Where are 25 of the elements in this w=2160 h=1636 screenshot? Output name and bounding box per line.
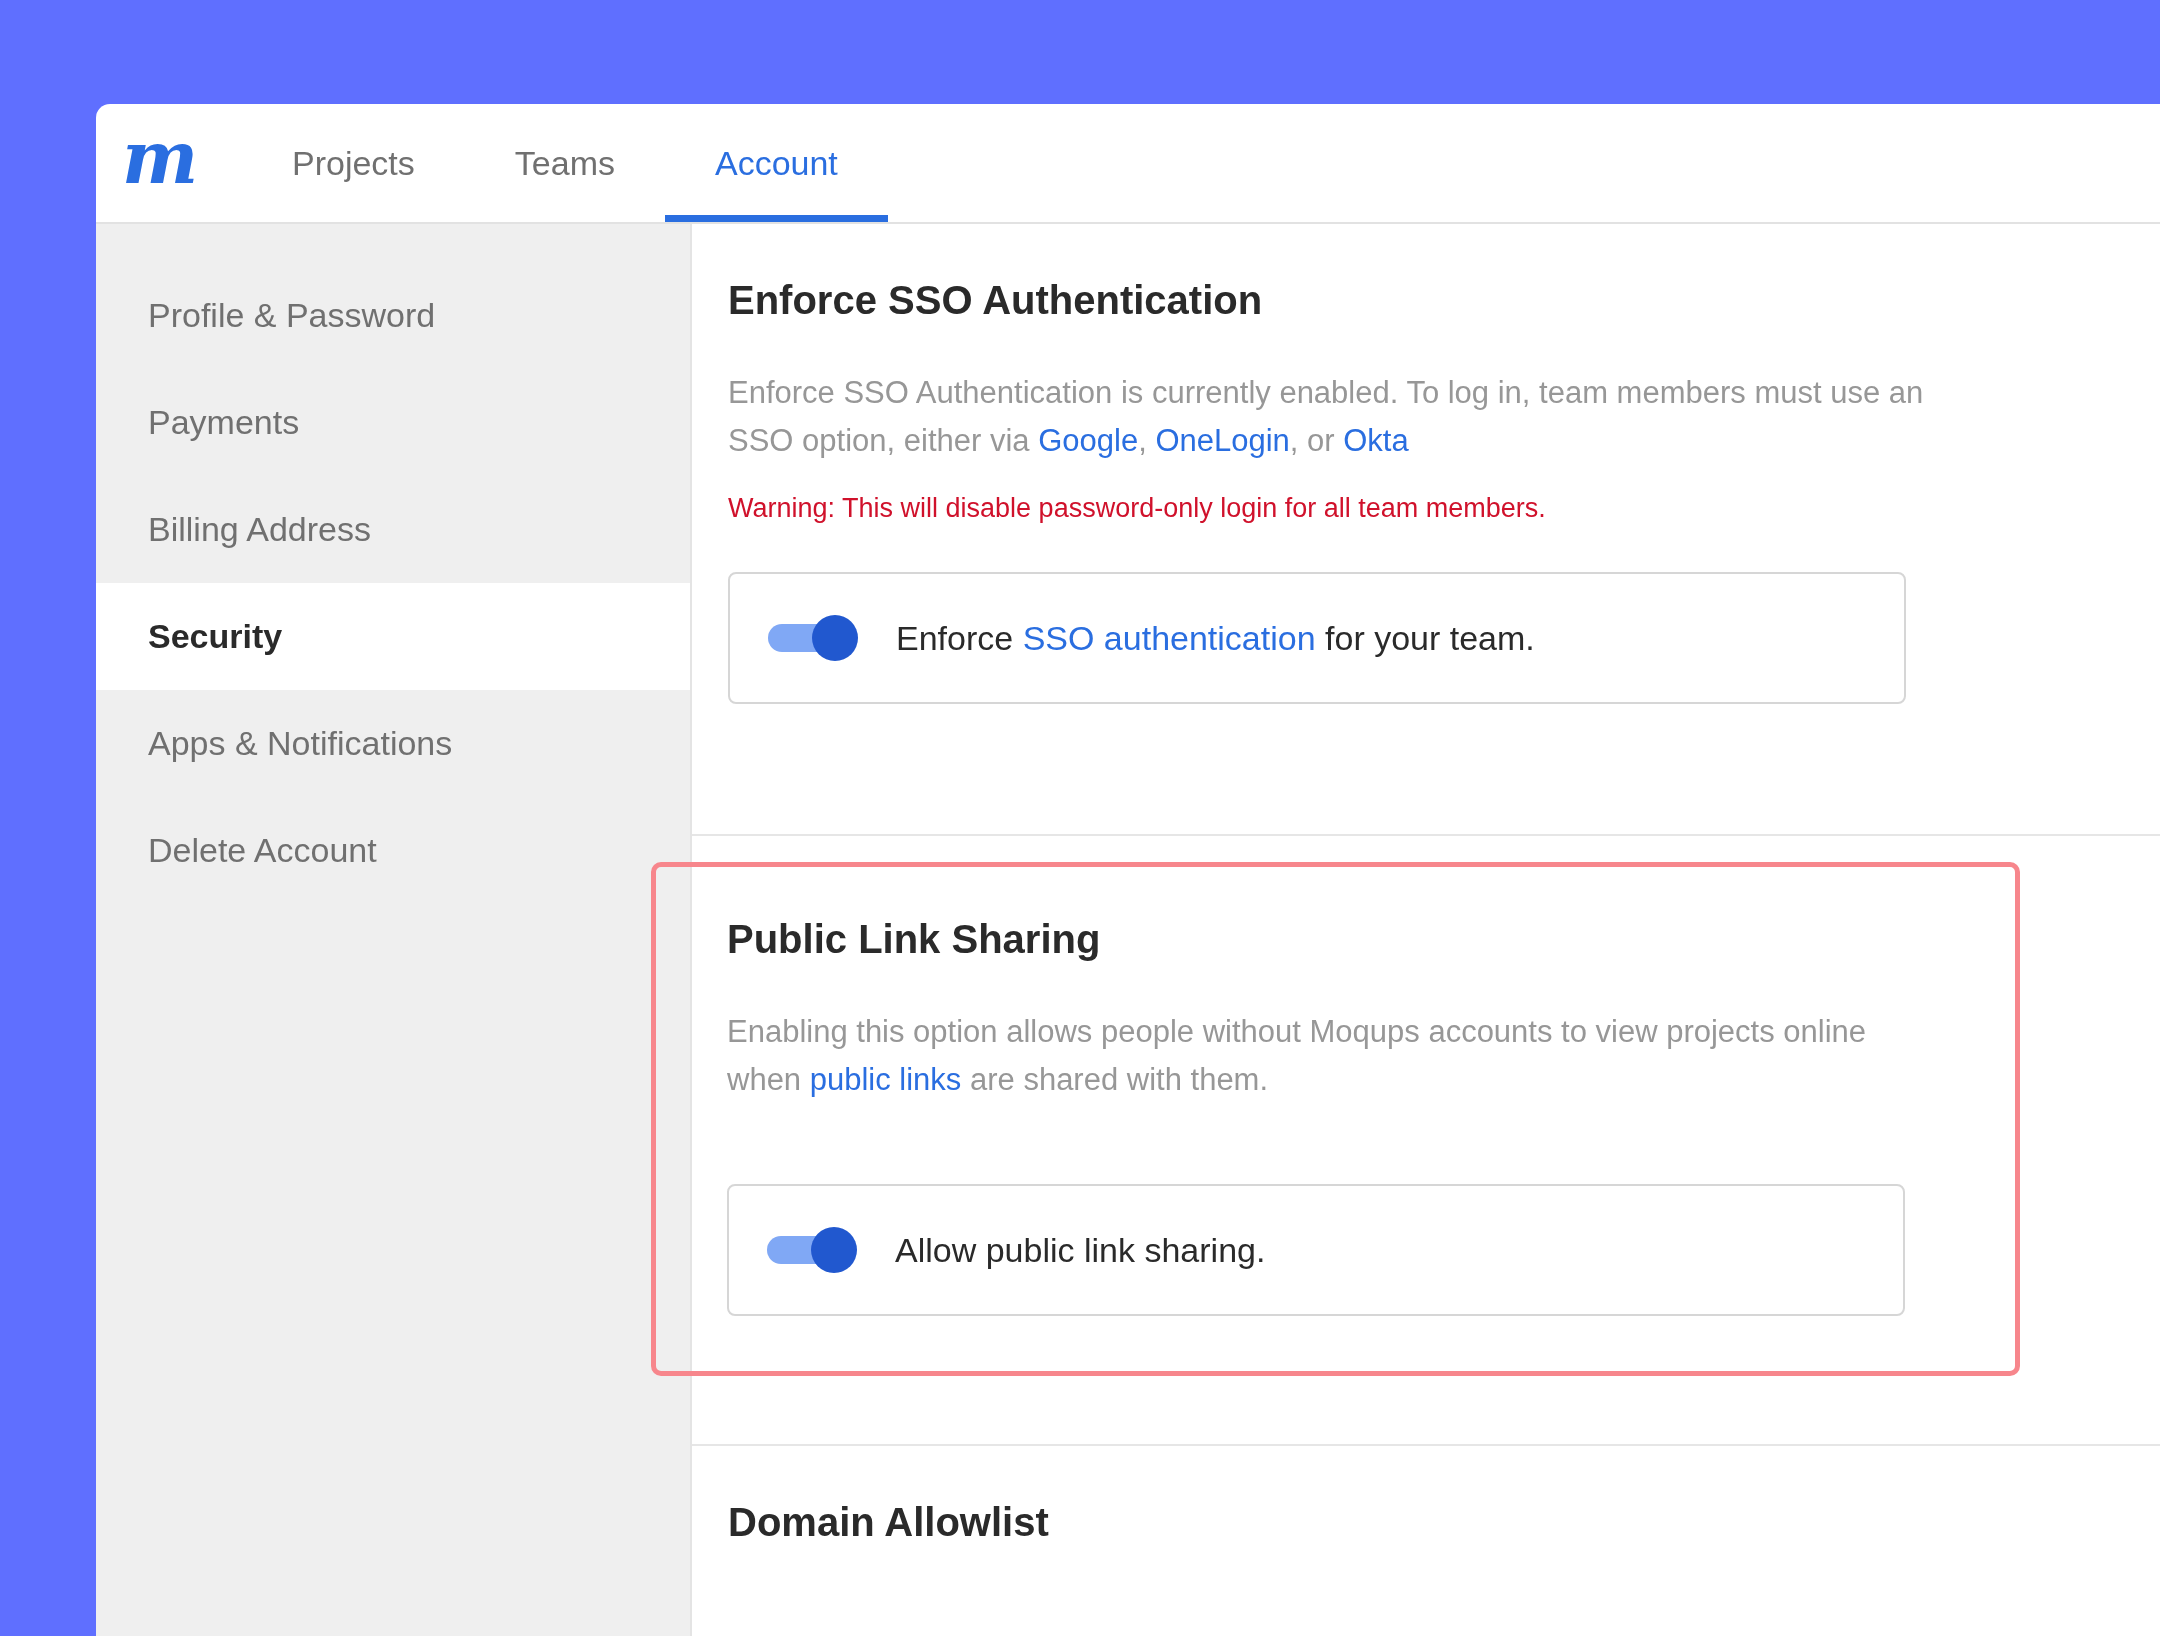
sidebar-item[interactable]: Apps & Notifications — [96, 690, 690, 797]
nav-tab[interactable]: Account — [664, 104, 888, 222]
section-title: Enforce SSO Authentication — [728, 278, 1264, 323]
nav-tab[interactable]: Teams — [464, 104, 665, 222]
link[interactable]: Google — [1038, 423, 1139, 458]
link[interactable]: Okta — [1343, 423, 1409, 458]
link[interactable]: public links — [809, 1062, 962, 1097]
section-description: Enabling this option allows people without Moqups accounts to view projects online when public links are shared with them. — [727, 1013, 1868, 1099]
sidebar-item[interactable]: Payments — [96, 369, 690, 476]
section-description: Enforce SSO Authentication is currently enabled. To log in, team members must use an SSO option, either via Google, OneLogin, or Okta — [728, 374, 1925, 460]
toggle-label: Allow public link sharing. — [895, 1230, 1266, 1270]
logo[interactable]: m — [122, 104, 232, 222]
sidebar-item[interactable]: Profile & Password — [96, 262, 690, 369]
warning-text: Warning: This will disable password-only login for all team members. — [728, 493, 1547, 524]
toggle-switch[interactable] — [767, 1227, 857, 1273]
section-title: Public Link Sharing — [727, 917, 1102, 962]
toggle-label: Enforce SSO authentication for your team. — [896, 618, 1535, 658]
sidebar-item[interactable]: Security — [96, 583, 690, 690]
sidebar-item[interactable]: Delete Account — [96, 797, 690, 904]
sidebar-item[interactable]: Billing Address — [96, 476, 690, 583]
link[interactable]: SSO authentication — [1022, 618, 1316, 657]
nav-tab[interactable]: Projects — [242, 104, 465, 222]
link[interactable]: OneLogin — [1155, 423, 1290, 458]
toggle-switch[interactable] — [768, 615, 858, 661]
section-title: Domain Allowlist — [728, 1500, 1050, 1545]
